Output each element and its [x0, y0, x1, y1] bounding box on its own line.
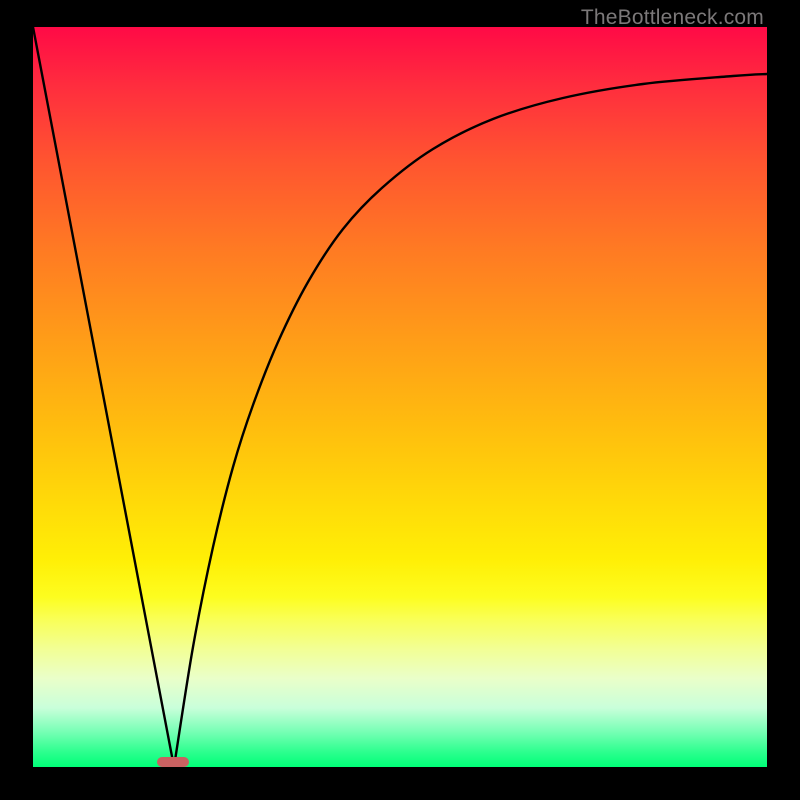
chart-frame	[33, 27, 767, 767]
bottleneck-curve	[33, 27, 767, 767]
attribution-text: TheBottleneck.com	[581, 6, 764, 30]
optimal-marker	[157, 757, 189, 767]
